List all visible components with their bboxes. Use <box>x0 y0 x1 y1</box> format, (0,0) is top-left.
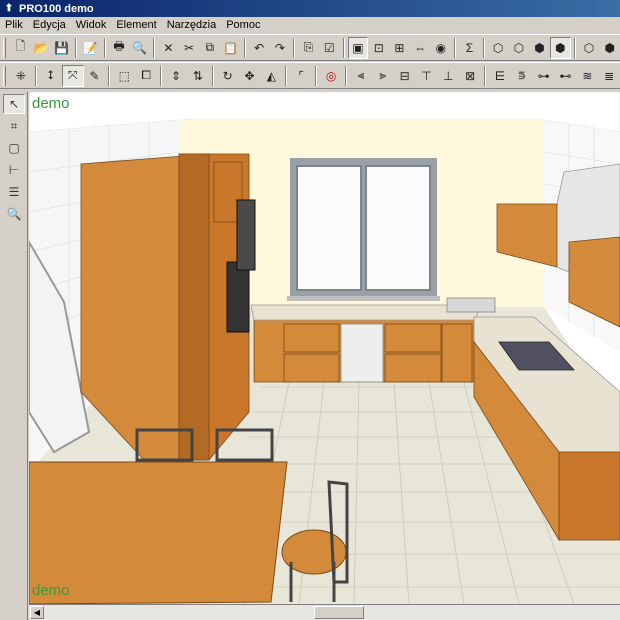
layers-icon[interactable]: ☰ <box>3 182 25 202</box>
app-icon: ⬆ <box>4 3 14 14</box>
menu-element[interactable]: Element <box>111 19 161 31</box>
new-file-icon[interactable]: 🗋 <box>10 37 31 59</box>
toolbar-separator <box>34 65 37 86</box>
wireframe-icon[interactable]: ⌗ <box>3 116 25 136</box>
view-front-icon[interactable]: ▣ <box>347 36 369 59</box>
align-right-icon[interactable]: ⫸ <box>372 65 394 87</box>
toolbar-separator <box>454 37 457 58</box>
menu-narzedzia[interactable]: Narzędzia <box>162 19 222 31</box>
window-title: PRO100 demo <box>19 2 94 15</box>
toolbar-separator <box>243 37 246 58</box>
view-top-icon[interactable]: ⊞ <box>389 37 410 59</box>
toolbar-separator <box>211 65 214 86</box>
menu-widok[interactable]: Widok <box>71 19 112 31</box>
toolbar-separator <box>344 65 347 86</box>
pencil-icon[interactable]: ✎ <box>84 65 106 87</box>
print-icon[interactable]: 🖶 <box>109 37 130 59</box>
align-left-icon[interactable]: ⫷ <box>350 65 372 87</box>
menu-bar: Plik Edycja Widok Element Narzędzia Pomo… <box>0 17 620 33</box>
toolbar-separator <box>285 65 288 86</box>
rotate-icon[interactable]: ↻ <box>217 65 239 87</box>
main-toolbar: 🗋 📂 💾 📝 🖶 🔍 ✕ ✂ ⧉ 📋 ↶ ↷ ⎘ ☑ ▣ ⊡ ⊞ ⇔ ◉ Σ … <box>0 34 620 61</box>
properties-icon[interactable]: ⎘ <box>298 37 319 59</box>
box-view-4-icon[interactable]: ⬢ <box>549 36 571 59</box>
pointer-icon[interactable]: ↖ <box>3 94 25 114</box>
toolbar-separator <box>108 65 111 86</box>
box-view-2-icon[interactable]: ⬡ <box>509 37 530 59</box>
export-icon[interactable]: 📝 <box>80 37 101 59</box>
move-icon[interactable]: ⭥ <box>40 65 62 87</box>
toolbar-separator <box>484 65 487 86</box>
menu-plik[interactable]: Plik <box>0 19 28 31</box>
stack-icon[interactable]: ≋ <box>576 65 598 87</box>
toolbar-separator <box>293 37 296 58</box>
toolbar-grip[interactable] <box>3 37 6 58</box>
corner-icon[interactable]: ⌜ <box>290 65 312 87</box>
toolbar-separator <box>103 37 106 58</box>
move-vertical-icon[interactable]: ⇕ <box>165 65 187 87</box>
align-center-icon[interactable]: ⊟ <box>394 65 416 87</box>
watermark: demo <box>32 582 70 599</box>
open-folder-icon[interactable]: 📂 <box>31 37 52 59</box>
box-view-1-icon[interactable]: ⬡ <box>488 37 509 59</box>
cut-icon[interactable]: ✕ <box>158 37 179 59</box>
sum-icon[interactable]: Σ <box>459 37 480 59</box>
box-view-5-icon[interactable]: ⬡ <box>579 37 600 59</box>
box-view-6-icon[interactable]: ⬢ <box>599 37 620 59</box>
list-icon[interactable]: ☑ <box>319 37 340 59</box>
view-zoom-icon[interactable]: ⊡ <box>368 37 389 59</box>
menu-edycja[interactable]: Edycja <box>28 19 71 31</box>
spread-icon[interactable]: ⊶ <box>533 65 555 87</box>
grid-select-icon[interactable]: ⁜ <box>10 65 32 87</box>
dimension-icon[interactable]: ⊢ <box>3 160 25 180</box>
paste-icon[interactable]: 📋 <box>220 37 241 59</box>
box-icon[interactable]: ▢ <box>3 138 25 158</box>
align-bottom-icon[interactable]: ⊥ <box>437 65 459 87</box>
copy-icon[interactable]: ✂ <box>179 37 200 59</box>
toolbar-separator <box>75 37 77 58</box>
redo-icon[interactable]: ↷ <box>270 37 291 59</box>
scroll-left-icon[interactable]: ◀ <box>30 606 44 619</box>
scrollbar-thumb[interactable] <box>314 606 364 619</box>
box-view-3-icon[interactable]: ⬢ <box>529 37 550 59</box>
left-toolbar: ↖ ⌗ ▢ ⊢ ☰ 🔍 <box>0 92 28 620</box>
toolbar-separator <box>160 65 163 86</box>
frame-icon[interactable]: ⬚ <box>113 65 135 87</box>
title-bar: ⬆ PRO100 demo <box>0 0 620 17</box>
toolbar-separator <box>573 37 576 58</box>
edit-toolbar: ⁜ ⭥ ⤧ ✎ ⬚ ⧠ ⇕ ⇅ ↻ ✥ ◭ ⌜ ◎ ⫷ ⫸ ⊟ ⊤ ⊥ ⊠ ⋿ … <box>0 62 620 89</box>
view-fit-icon[interactable]: ⇔ <box>410 37 431 59</box>
arrows-move-icon[interactable]: ✥ <box>239 65 261 87</box>
distribute-icon[interactable]: ⋿ <box>489 65 511 87</box>
target-icon[interactable]: ◎ <box>320 65 342 87</box>
align-mid-icon[interactable]: ⊠ <box>459 65 481 87</box>
print-preview-icon[interactable]: 🔍 <box>129 37 150 59</box>
copy2-icon[interactable]: ⧉ <box>199 37 220 59</box>
move-vertical2-icon[interactable]: ⇅ <box>187 65 209 87</box>
frame-alt-icon[interactable]: ⧠ <box>135 65 157 87</box>
distribute-v-icon[interactable]: ⋾ <box>511 65 533 87</box>
undo-icon[interactable]: ↶ <box>249 37 270 59</box>
watermark: demo <box>32 95 70 112</box>
mirror-icon[interactable]: ◭ <box>260 65 282 87</box>
toolbar-separator <box>315 65 318 86</box>
kitchen-render <box>29 92 620 604</box>
zoom-icon[interactable]: 🔍 <box>3 204 25 224</box>
horizontal-scrollbar[interactable]: ◀ <box>29 604 620 620</box>
save-icon[interactable]: 💾 <box>51 37 72 59</box>
toolbar-separator <box>153 37 156 58</box>
stack-v-icon[interactable]: ≣ <box>598 65 620 87</box>
align-top-icon[interactable]: ⊤ <box>416 65 438 87</box>
toolbar-separator <box>482 37 485 58</box>
toolbar-separator <box>342 37 345 58</box>
spread-v-icon[interactable]: ⊷ <box>555 65 577 87</box>
render-icon[interactable]: ◉ <box>430 37 451 59</box>
toolbar-grip[interactable] <box>3 65 6 86</box>
menu-pomoc[interactable]: Pomoc <box>221 19 265 31</box>
3d-viewport[interactable]: demo demo <box>29 92 620 604</box>
rotate-3d-icon[interactable]: ⤧ <box>61 64 84 87</box>
